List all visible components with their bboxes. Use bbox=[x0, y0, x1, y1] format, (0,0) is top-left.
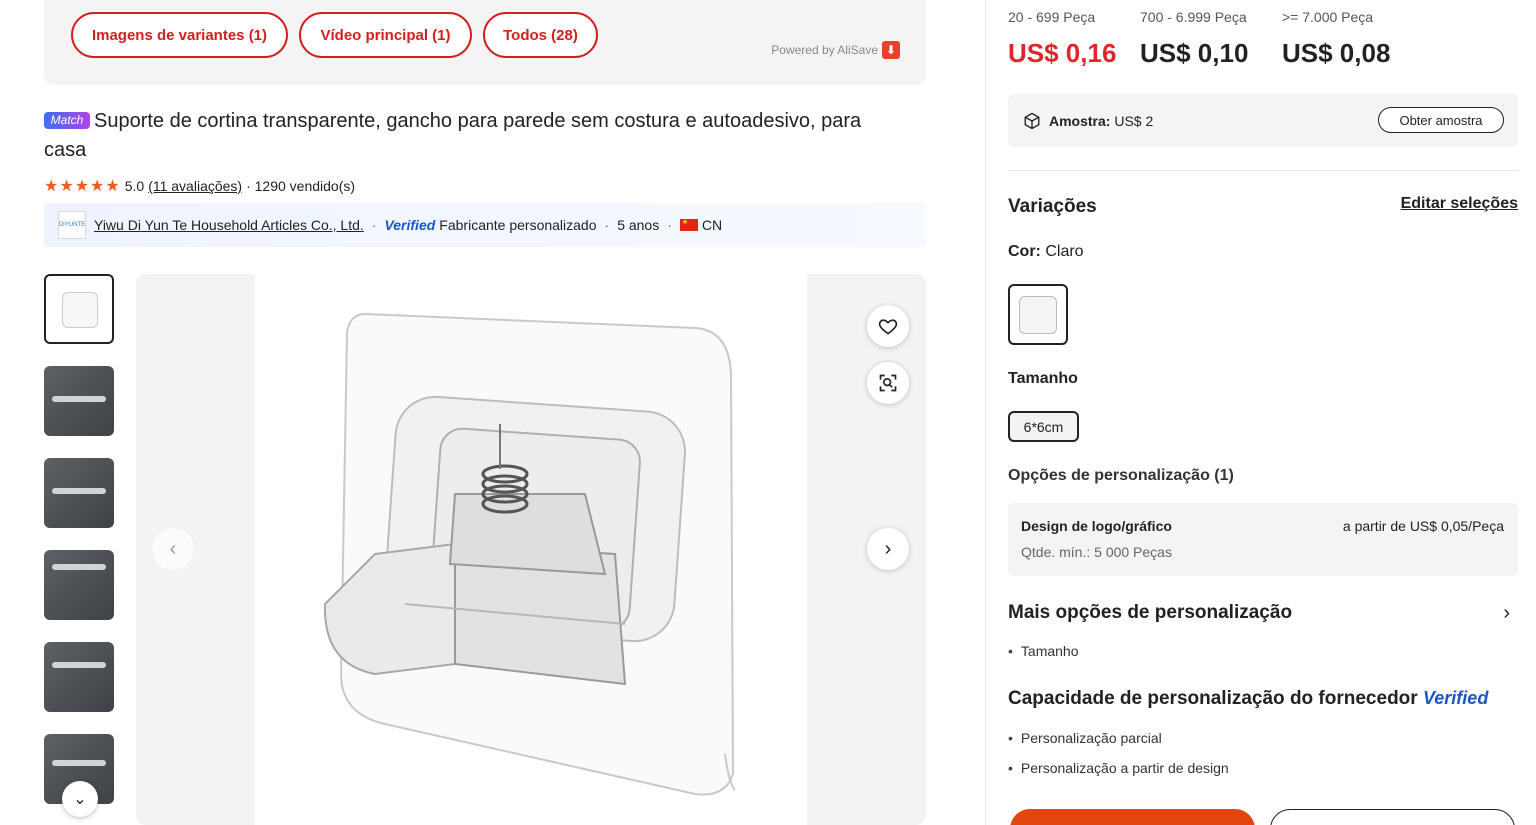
heart-icon bbox=[878, 319, 898, 335]
download-icon: ⬇ bbox=[882, 41, 900, 59]
box-icon bbox=[1024, 112, 1040, 129]
variations-heading: Variações bbox=[1008, 196, 1097, 217]
thumbnail-3[interactable] bbox=[44, 458, 114, 528]
supplier-capacity-heading-text: Capacidade de personalização do forneced… bbox=[1008, 688, 1418, 709]
supplier-name-link[interactable]: Yiwu Di Yun Te Household Articles Co., L… bbox=[94, 217, 364, 233]
rod-image bbox=[52, 662, 106, 668]
supplier-country: CN bbox=[701, 217, 723, 233]
customization-item-price: a partir de US$ 0,05/Peça bbox=[1342, 518, 1504, 534]
separator-dot: · bbox=[667, 217, 672, 233]
image-search-button[interactable] bbox=[867, 362, 909, 404]
capacity-item: Personalização parcial bbox=[1008, 730, 1162, 746]
swatch-image bbox=[1019, 295, 1057, 334]
primary-action-button[interactable] bbox=[1010, 809, 1255, 825]
supplier-years: 5 anos bbox=[617, 217, 660, 233]
price-tier-value-3: US$ 0,08 bbox=[1282, 38, 1391, 68]
panel-divider bbox=[985, 0, 986, 825]
price-tier-range-2: 700 - 6.999 Peça bbox=[1140, 9, 1247, 25]
rating-row: ★★★★★ 5.0 (11 avaliações) · 1290 vendido… bbox=[44, 176, 355, 196]
curtain-hook-illustration bbox=[323, 312, 736, 796]
price-tier-range-3: >= 7.000 Peça bbox=[1282, 9, 1374, 25]
supplier-logo[interactable]: DIYUNTE bbox=[58, 211, 86, 239]
sample-box: Amostra: US$ 2 Obter amostra bbox=[1008, 94, 1518, 147]
supplier-bar: DIYUNTE Yiwu Di Yun Te Household Article… bbox=[44, 203, 926, 247]
rod-image bbox=[52, 396, 106, 402]
reviews-link[interactable]: (11 avaliações) bbox=[148, 178, 242, 194]
powered-by-label: Powered by AliSave bbox=[771, 43, 878, 57]
edit-selections-link[interactable]: Editar seleções bbox=[1401, 195, 1518, 213]
size-option-6x6cm[interactable]: 6*6cm bbox=[1008, 411, 1079, 442]
verified-badge: Verified bbox=[384, 217, 436, 233]
chevron-right-icon: › bbox=[884, 537, 892, 560]
secondary-action-button[interactable] bbox=[1270, 809, 1515, 825]
rating-value: 5.0 bbox=[124, 178, 145, 194]
color-value: Claro bbox=[1045, 243, 1084, 260]
supplier-capacity-heading: Capacidade de personalização do forneced… bbox=[1008, 688, 1488, 710]
customization-heading: Opções de personalização (1) bbox=[1008, 467, 1234, 484]
color-row: Cor: Claro bbox=[1008, 243, 1084, 261]
rod-image bbox=[52, 760, 106, 766]
separator-dot: · bbox=[604, 217, 610, 233]
main-image-viewer: ‹ › bbox=[136, 274, 926, 825]
customization-option-card: Design de logo/gráfico a partir de US$ 0… bbox=[1008, 503, 1518, 576]
tab-variant-images[interactable]: Imagens de variantes (1) bbox=[71, 12, 288, 58]
star-rating-icon: ★★★★★ bbox=[44, 178, 121, 195]
media-tab-bar: Imagens de variantes (1) Vídeo principal… bbox=[44, 0, 926, 85]
chevron-left-icon: ‹ bbox=[169, 537, 177, 560]
price-tier-value-1: US$ 0,16 bbox=[1008, 38, 1117, 68]
customization-item-min: Qtde. mín.: 5 000 Peças bbox=[1021, 544, 1172, 560]
more-customization-heading[interactable]: Mais opções de personalização bbox=[1008, 602, 1292, 624]
powered-by[interactable]: Powered by AliSave ⬇ bbox=[771, 41, 900, 59]
thumbnail-5[interactable] bbox=[44, 642, 114, 712]
customization-item-title: Design de logo/gráfico bbox=[1021, 518, 1172, 534]
separator-dot: · bbox=[371, 217, 377, 233]
divider bbox=[1008, 170, 1518, 171]
color-swatch-claro[interactable] bbox=[1008, 284, 1068, 345]
more-customization-item: Tamanho bbox=[1008, 643, 1079, 659]
price-tier-range-1: 20 - 699 Peça bbox=[1008, 9, 1096, 25]
color-label: Cor: bbox=[1008, 243, 1041, 260]
verified-badge: Verified bbox=[1422, 688, 1489, 708]
thumbnail-1[interactable] bbox=[44, 274, 114, 344]
sample-label: Amostra: bbox=[1049, 112, 1111, 129]
product-title: Match Suporte de cortina transparente, ga… bbox=[44, 107, 904, 165]
product-title-text: Suporte de cortina transparente, gancho … bbox=[44, 110, 862, 161]
main-product-image bbox=[255, 274, 807, 825]
previous-image-button[interactable]: ‹ bbox=[152, 528, 194, 570]
rod-image bbox=[52, 488, 106, 494]
capacity-item: Personalização a partir de design bbox=[1008, 760, 1229, 776]
tab-main-video[interactable]: Vídeo principal (1) bbox=[299, 12, 472, 58]
rod-image bbox=[52, 564, 106, 570]
thumbnail-4[interactable] bbox=[44, 550, 114, 620]
match-badge: Match bbox=[44, 112, 90, 129]
supplier-type: Fabricante personalizado bbox=[439, 217, 597, 233]
get-sample-button[interactable]: Obter amostra bbox=[1378, 107, 1504, 133]
favorite-button[interactable] bbox=[867, 305, 909, 347]
china-flag-icon bbox=[679, 219, 698, 231]
price-tier-value-2: US$ 0,10 bbox=[1140, 38, 1249, 68]
chevron-down-icon: ⌄ bbox=[73, 791, 87, 808]
size-label: Tamanho bbox=[1008, 370, 1078, 387]
chevron-right-icon[interactable]: › bbox=[1503, 602, 1510, 625]
tab-all-media[interactable]: Todos (28) bbox=[483, 12, 598, 58]
product-thumbnail-image bbox=[62, 292, 98, 328]
sold-count: · 1290 vendido(s) bbox=[246, 178, 356, 194]
next-image-button[interactable]: › bbox=[867, 528, 909, 570]
image-search-icon bbox=[879, 374, 897, 392]
thumbnail-2[interactable] bbox=[44, 366, 114, 436]
sample-price: US$ 2 bbox=[1114, 112, 1154, 129]
thumbnail-list bbox=[44, 274, 114, 825]
thumbnails-scroll-down-button[interactable]: ⌄ bbox=[62, 781, 98, 817]
